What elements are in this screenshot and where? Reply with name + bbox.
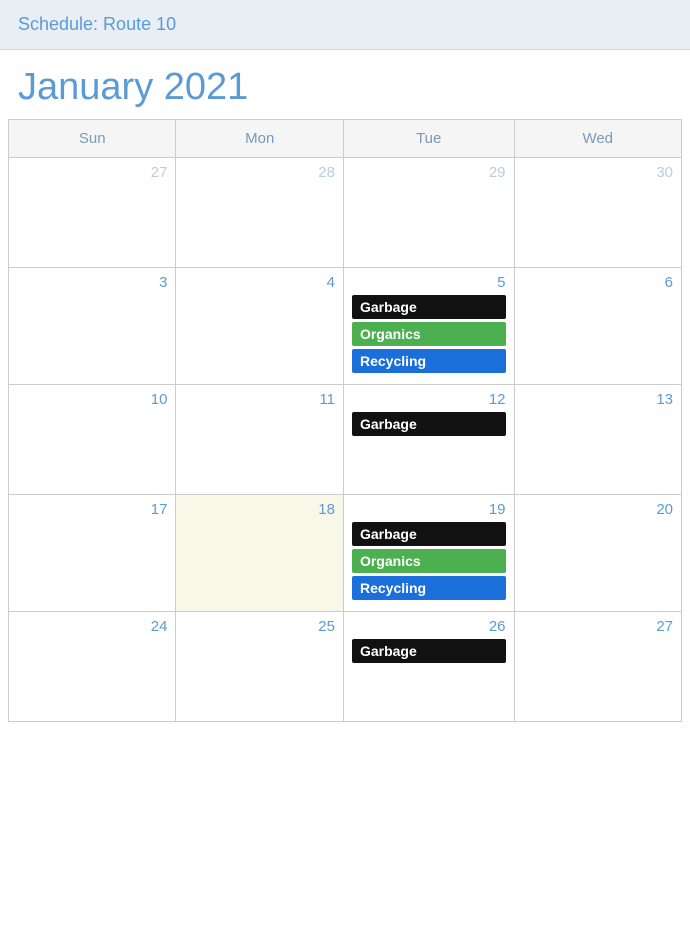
day-number: 4 [184, 274, 334, 291]
calendar-cell: 25 [176, 612, 343, 722]
event-recycling[interactable]: Recycling [352, 349, 506, 373]
week-row-4: 24 25 26 Garbage 27 [9, 612, 682, 722]
day-number: 29 [352, 164, 506, 181]
week-row-0: 27 28 29 30 [9, 158, 682, 268]
day-number: 11 [184, 391, 334, 408]
month-title: January 2021 [0, 50, 690, 119]
calendar-wrapper: SunMonTueWed 27 28 29 30 34 5 Garbage Organics R… [0, 119, 690, 730]
day-number: 12 [352, 391, 506, 408]
day-number: 5 [352, 274, 506, 291]
day-number: 17 [17, 501, 167, 518]
weekday-header-mon: Mon [176, 120, 343, 158]
day-number: 28 [184, 164, 334, 181]
day-number: 26 [352, 618, 506, 635]
weekday-header-sun: Sun [9, 120, 176, 158]
event-garbage[interactable]: Garbage [352, 639, 506, 663]
day-number: 13 [523, 391, 674, 408]
weekday-header-wed: Wed [514, 120, 682, 158]
event-organics[interactable]: Organics [352, 322, 506, 346]
page-header: Schedule: Route 10 [0, 0, 690, 50]
week-row-2: 10 11 12 Garbage 13 [9, 385, 682, 495]
weekday-header-row: SunMonTueWed [9, 120, 682, 158]
calendar-cell: 29 [343, 158, 514, 268]
calendar-cell: 4 [176, 268, 343, 385]
day-number: 20 [523, 501, 674, 518]
calendar-cell: 20 [514, 495, 682, 612]
calendar-cell: 19 Garbage Organics Recycling [343, 495, 514, 612]
page-title: Schedule: Route 10 [18, 14, 176, 34]
day-number: 19 [352, 501, 506, 518]
calendar-cell: 3 [9, 268, 176, 385]
calendar-cell: 10 [9, 385, 176, 495]
day-number: 24 [17, 618, 167, 635]
calendar-cell: 12 Garbage [343, 385, 514, 495]
day-number: 27 [523, 618, 674, 635]
calendar-cell: 5 Garbage Organics Recycling [343, 268, 514, 385]
calendar-cell: 27 [9, 158, 176, 268]
day-number: 25 [184, 618, 334, 635]
day-number: 27 [17, 164, 167, 181]
calendar-cell: 24 [9, 612, 176, 722]
day-number: 3 [17, 274, 167, 291]
week-row-1: 34 5 Garbage Organics Recycling 6 [9, 268, 682, 385]
calendar-cell: 17 [9, 495, 176, 612]
week-row-3: 17 18 19 Garbage Organics Recycling 20 [9, 495, 682, 612]
day-number: 10 [17, 391, 167, 408]
calendar-cell: 11 [176, 385, 343, 495]
calendar-cell: 27 [514, 612, 682, 722]
day-number: 6 [523, 274, 674, 291]
calendar-cell: 30 [514, 158, 682, 268]
weekday-header-tue: Tue [343, 120, 514, 158]
day-number: 18 [184, 501, 334, 518]
calendar-cell: 13 [514, 385, 682, 495]
calendar-cell: 26 Garbage [343, 612, 514, 722]
event-recycling[interactable]: Recycling [352, 576, 506, 600]
event-garbage[interactable]: Garbage [352, 412, 506, 436]
event-garbage[interactable]: Garbage [352, 295, 506, 319]
event-organics[interactable]: Organics [352, 549, 506, 573]
calendar-table: SunMonTueWed 27 28 29 30 34 5 Garbage Organics R… [8, 119, 682, 722]
calendar-cell: 18 [176, 495, 343, 612]
calendar-cell: 28 [176, 158, 343, 268]
day-number: 30 [523, 164, 674, 181]
calendar-cell: 6 [514, 268, 682, 385]
event-garbage[interactable]: Garbage [352, 522, 506, 546]
